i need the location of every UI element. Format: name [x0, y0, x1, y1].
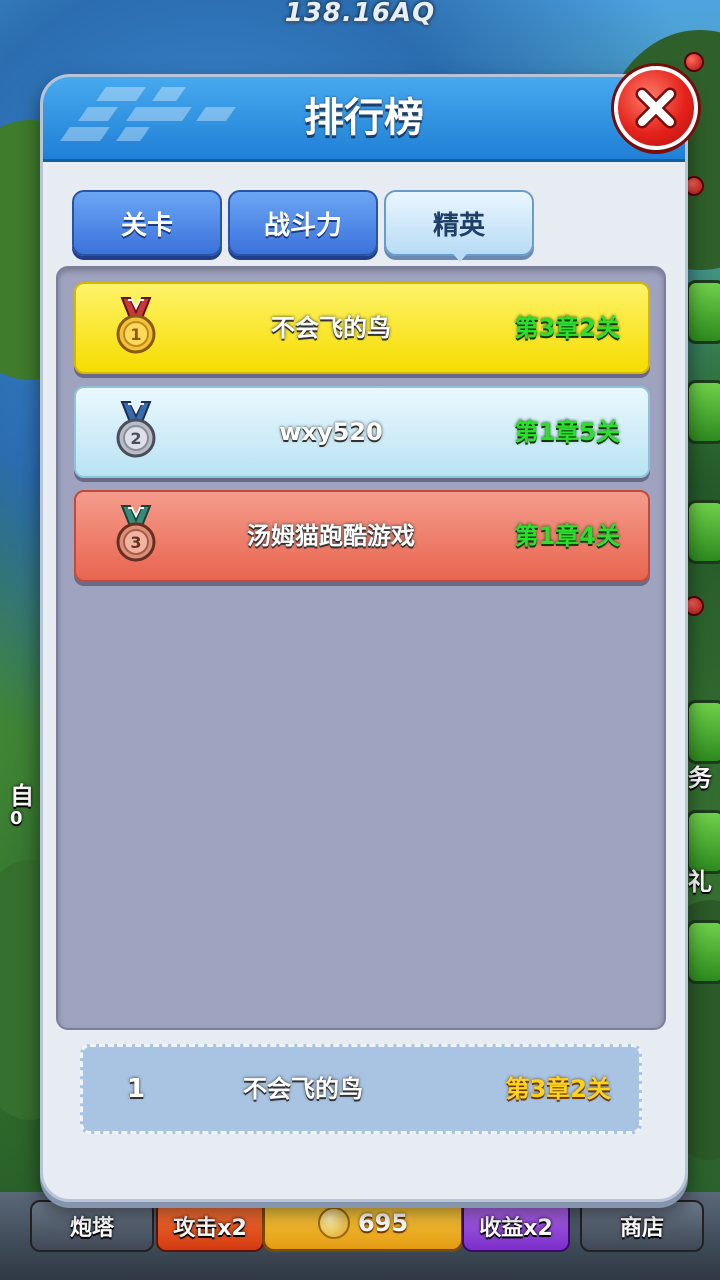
medal-rank-1: 1 — [130, 325, 141, 344]
player-name: 不会飞的鸟 — [271, 314, 391, 342]
side-label-auto: 自 — [10, 782, 34, 810]
tab-elite[interactable]: 精英 — [384, 190, 534, 256]
turret-label: 炮塔 — [69, 1216, 114, 1241]
modal-title: 排行榜 — [304, 95, 424, 141]
player-progress: 第1章5关 — [514, 418, 620, 446]
player-progress: 第1章4关 — [514, 522, 620, 550]
tab-level-label: 关卡 — [120, 210, 173, 241]
side-menu-button[interactable] — [686, 380, 720, 444]
top-score-text: 138.16AQ — [284, 0, 436, 28]
side-label-count: 0 — [10, 808, 23, 829]
bronze-medal-icon: 3 — [116, 505, 156, 562]
my-rank-number: 1 — [127, 1074, 146, 1104]
modal-header: 排行榜 — [43, 77, 685, 162]
side-menu-button[interactable] — [686, 700, 720, 764]
coin-counter: 695 — [262, 1194, 464, 1252]
coin-amount: 695 — [357, 1209, 409, 1237]
side-label-task: 务 — [688, 764, 712, 792]
medal-rank-3: 3 — [130, 533, 141, 552]
income-boost-label: 收益x2 — [479, 1216, 553, 1241]
medal-rank-2: 2 — [130, 429, 141, 448]
my-rank-row: 1 不会飞的鸟 第3章2关 — [80, 1044, 642, 1134]
turret-button[interactable]: 炮塔 — [30, 1200, 154, 1252]
tab-level[interactable]: 关卡 — [72, 190, 222, 256]
attack-boost-button[interactable]: 攻击x2 — [156, 1200, 264, 1252]
player-progress: 第3章2关 — [514, 314, 620, 342]
shop-button[interactable]: 商店 — [580, 1200, 704, 1252]
my-rank-name: 不会飞的鸟 — [243, 1075, 363, 1103]
income-boost-button[interactable]: 收益x2 — [462, 1200, 570, 1252]
attack-boost-label: 攻击x2 — [173, 1216, 247, 1241]
coin-icon — [317, 1207, 350, 1239]
my-rank-progress: 第3章2关 — [505, 1075, 611, 1103]
close-button[interactable] — [614, 66, 698, 150]
side-menu-button[interactable] — [686, 500, 720, 564]
silver-medal-icon: 2 — [116, 401, 156, 458]
leaderboard-row[interactable]: 1 不会飞的鸟 第3章2关 — [74, 282, 650, 374]
close-icon — [635, 87, 677, 129]
tab-elite-label: 精英 — [432, 210, 485, 241]
side-menu-button[interactable] — [686, 920, 720, 984]
tab-combat-power[interactable]: 战斗力 — [228, 190, 378, 256]
player-name: wxy520 — [279, 418, 383, 446]
notification-dot — [684, 52, 704, 72]
tab-combat-power-label: 战斗力 — [263, 210, 342, 241]
side-label-gift: 礼 — [688, 868, 712, 896]
leaderboard-row[interactable]: 3 汤姆猫跑酷游戏 第1章4关 — [74, 490, 650, 582]
leaderboard-list — [56, 266, 666, 1030]
gold-medal-icon: 1 — [116, 297, 156, 354]
side-menu-button[interactable] — [686, 280, 720, 344]
active-tab-pointer — [450, 250, 470, 262]
player-name: 汤姆猫跑酷游戏 — [247, 522, 415, 550]
shop-label: 商店 — [619, 1216, 664, 1241]
leaderboard-row[interactable]: 2 wxy520 第1章5关 — [74, 386, 650, 478]
